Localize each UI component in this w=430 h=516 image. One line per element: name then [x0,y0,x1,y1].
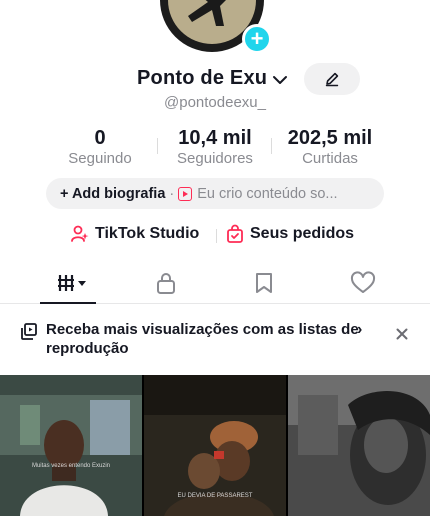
video-caption: EU DEVIA DE PASSAREST [177,493,253,499]
active-tab-indicator [40,302,96,304]
profile-tabs [0,262,430,304]
stat-following[interactable]: 0 Seguindo [60,127,140,169]
profile-handle-row: @pontodeexu_ [0,94,430,111]
video-preview-image [288,375,430,516]
bookmark-icon [256,273,272,293]
shopping-bag-icon [227,224,243,243]
profile-links: TikTok Studio Seus pedidos [0,224,430,248]
bio-pill[interactable]: + Add biografia · Eu crio conteúdo so... [46,178,384,209]
stat-value: 0 [94,127,106,149]
tab-liked[interactable] [346,270,380,296]
video-thumbnail[interactable]: Muitas vezes entendo Exuzin [0,375,142,516]
profile-emblem-icon [188,0,226,26]
playlist-banner[interactable]: Receba mais visualizações com as listas … [0,320,430,360]
profile-handle: @pontodeexu_ [164,94,266,111]
plus-icon: + [250,26,264,51]
chevron-down-icon[interactable] [272,72,288,88]
orders-link[interactable]: Seus pedidos [225,224,354,244]
bio-separator: · [169,185,175,202]
stat-label: Seguidores [177,150,253,167]
tiktok-studio-label: TikTok Studio [95,225,200,242]
video-thumbnail[interactable]: EU DEVIA DE PASSAREST [144,375,286,516]
stat-likes[interactable]: 202,5 mil Curtidas [278,127,382,169]
tab-saved[interactable] [248,270,280,296]
videos-grid-icon [58,275,86,291]
tiktok-studio-link[interactable]: TikTok Studio [70,224,199,244]
edit-profile-button[interactable] [304,63,360,95]
add-photo-button[interactable]: + [242,24,272,54]
add-bio-button[interactable]: + Add biografia [60,186,165,202]
divider [216,229,217,243]
video-thumbnail[interactable] [288,375,430,516]
stat-followers[interactable]: 10,4 mil Seguidores [166,127,264,169]
playlist-banner-text: Receba mais visualizações com as listas … [46,321,359,357]
divider [157,138,158,154]
profile-name-row: Ponto de Exu [0,66,430,94]
chevron-right-icon: › [357,321,363,338]
profile-name[interactable]: Ponto de Exu [137,67,267,90]
divider [271,138,272,154]
studio-user-icon [71,225,89,242]
stat-value: 10,4 mil [178,127,252,149]
close-icon[interactable] [394,326,410,342]
pencil-icon [325,72,339,87]
video-grid: Muitas vezes entendo Exuzin EU DEVIA DE … [0,375,430,516]
video-caption: Muitas vezes entendo Exuzin [31,463,111,469]
lock-icon [157,273,175,294]
orders-label: Seus pedidos [250,225,355,242]
stat-label: Seguindo [68,150,132,167]
tab-private[interactable] [150,270,182,296]
bio-link-text[interactable]: Eu crio conteúdo so... [197,186,337,202]
heart-icon [350,271,376,293]
stat-value: 202,5 mil [287,127,373,149]
avatar[interactable]: + [160,0,272,56]
video-link-icon [178,186,193,201]
playlist-icon [21,323,37,340]
profile-stats: 0 Seguindo 10,4 mil Seguidores 202,5 mil… [0,127,430,169]
stat-label: Curtidas [302,150,358,167]
video-preview-image [0,375,142,516]
tab-videos[interactable] [40,270,96,296]
